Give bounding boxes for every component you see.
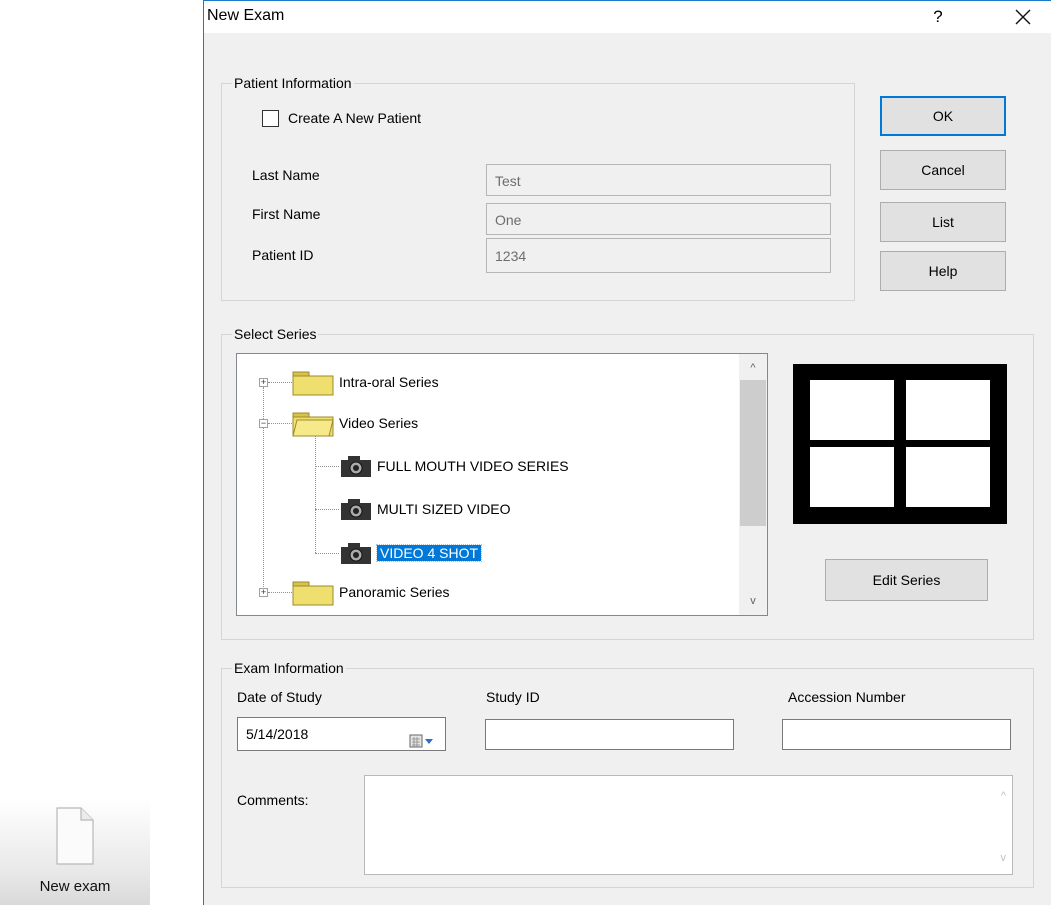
series-tree[interactable]: + Intra-oral Series − Video Series FULL …: [236, 353, 768, 616]
tree-item-panoramic-series[interactable]: Panoramic Series: [339, 577, 450, 607]
preview-cell: [906, 447, 990, 507]
tree-line: [268, 382, 292, 383]
tree-line: [315, 509, 339, 510]
patient-id-label: Patient ID: [252, 247, 314, 263]
tree-line: [315, 553, 339, 554]
date-of-study-picker[interactable]: 5/14/2018: [237, 717, 446, 751]
last-name-label: Last Name: [252, 167, 320, 183]
folder-icon: [292, 368, 334, 401]
create-new-patient-label[interactable]: Create A New Patient: [288, 110, 421, 127]
tree-scrollbar[interactable]: ^ v: [739, 354, 767, 615]
preview-cell: [810, 380, 894, 440]
expand-icon[interactable]: +: [259, 378, 268, 387]
camera-icon: [339, 496, 373, 527]
exam-information-legend: Exam Information: [232, 660, 346, 677]
calendar-dropdown-icon[interactable]: [409, 727, 437, 759]
select-series-legend: Select Series: [232, 326, 319, 343]
tree-item-intra-oral-series[interactable]: Intra-oral Series: [339, 367, 439, 397]
first-name-label: First Name: [252, 206, 321, 222]
document-icon[interactable]: [55, 806, 95, 871]
edit-series-button[interactable]: Edit Series: [825, 559, 988, 601]
series-preview: [793, 364, 1007, 524]
comments-label: Comments:: [237, 792, 309, 808]
tree-item-video-series[interactable]: Video Series: [339, 408, 418, 438]
tree-line: [268, 592, 292, 593]
help-button-label: Help: [928, 263, 958, 279]
edit-series-button-label: Edit Series: [872, 572, 941, 588]
desktop-shortcut-label[interactable]: New exam: [0, 878, 150, 895]
new-exam-dialog: New Exam ? Patient Information Create A …: [203, 0, 1051, 905]
date-of-study-label: Date of Study: [237, 689, 322, 705]
preview-cell: [906, 380, 990, 440]
list-button-label: List: [932, 214, 954, 230]
folder-icon: [292, 578, 334, 611]
open-folder-icon: [292, 409, 334, 442]
close-icon: [1015, 9, 1031, 25]
list-button[interactable]: List: [880, 202, 1006, 242]
study-id-input[interactable]: [485, 719, 734, 750]
cancel-button[interactable]: Cancel: [880, 150, 1006, 190]
cancel-button-label: Cancel: [921, 162, 965, 178]
scroll-thumb[interactable]: [740, 380, 766, 526]
tree-line: [315, 466, 339, 467]
ok-button[interactable]: OK: [880, 96, 1006, 136]
collapse-icon[interactable]: −: [259, 419, 268, 428]
tree-item-video-4-shot[interactable]: VIDEO 4 SHOT: [375, 538, 483, 568]
selected-item-label: VIDEO 4 SHOT: [375, 544, 483, 562]
patient-information-legend: Patient Information: [232, 75, 354, 92]
date-of-study-value: 5/14/2018: [246, 726, 309, 742]
scroll-down-icon: v: [1000, 852, 1007, 864]
close-button[interactable]: [1000, 3, 1046, 31]
scroll-down-icon[interactable]: v: [739, 589, 767, 613]
patient-id-field[interactable]: 1234: [486, 238, 831, 273]
tree-line: [263, 387, 264, 587]
tree-item-full-mouth-video-series[interactable]: FULL MOUTH VIDEO SERIES: [377, 451, 569, 481]
expand-icon[interactable]: +: [259, 588, 268, 597]
ok-button-label: OK: [932, 108, 954, 124]
tree-line: [315, 436, 316, 553]
help-button[interactable]: Help: [880, 251, 1006, 291]
dialog-title: New Exam: [207, 7, 285, 24]
camera-icon: [339, 540, 373, 571]
accession-number-input[interactable]: [782, 719, 1011, 750]
title-bar: New Exam ?: [204, 1, 1051, 33]
scroll-up-icon[interactable]: ^: [739, 356, 767, 380]
create-new-patient-checkbox[interactable]: [262, 110, 279, 127]
preview-cell: [810, 447, 894, 507]
comments-textarea[interactable]: ^ v: [364, 775, 1013, 875]
tree-item-multi-sized-video[interactable]: MULTI SIZED VIDEO: [377, 494, 511, 524]
scroll-up-icon: ^: [1000, 790, 1006, 802]
last-name-field[interactable]: Test: [486, 164, 831, 196]
study-id-label: Study ID: [486, 689, 540, 705]
tree-line: [268, 423, 292, 424]
help-icon[interactable]: ?: [908, 3, 968, 31]
accession-number-label: Accession Number: [788, 689, 906, 705]
camera-icon: [339, 453, 373, 484]
first-name-field[interactable]: One: [486, 203, 831, 235]
